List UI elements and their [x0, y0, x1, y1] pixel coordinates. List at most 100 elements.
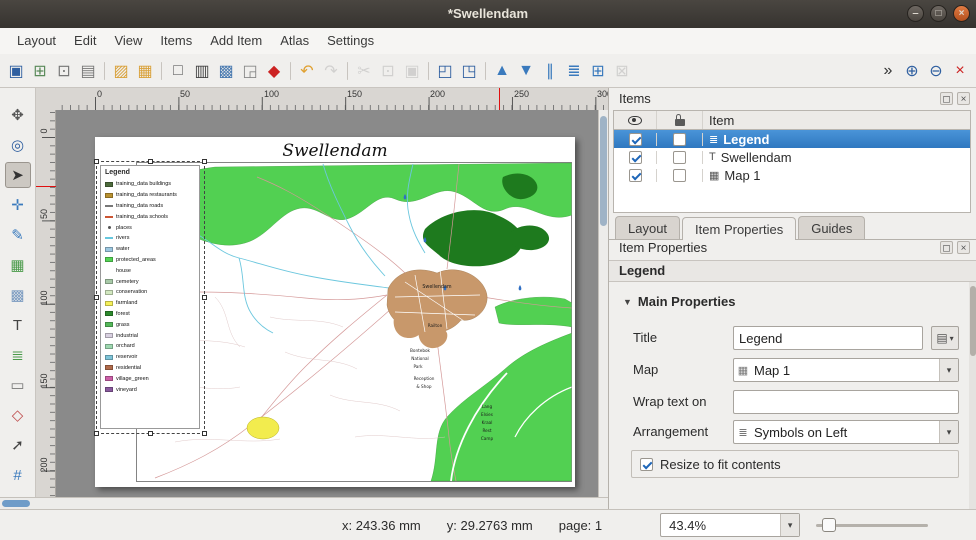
- tab-layout[interactable]: Layout: [615, 216, 680, 239]
- move-item-content-icon[interactable]: ✛: [5, 192, 31, 218]
- ruler-number: 100: [39, 288, 51, 308]
- add-arrow-icon[interactable]: ➚: [5, 432, 31, 458]
- undock-panel-icon[interactable]: ◻: [940, 241, 953, 254]
- items-row-map1[interactable]: ▦ Map 1: [614, 166, 970, 184]
- export-svg-icon[interactable]: ◲: [238, 58, 262, 84]
- minimize-button[interactable]: ‒: [907, 5, 924, 22]
- layout-canvas[interactable]: Swellendam Railton Bontebok National Par…: [56, 110, 598, 497]
- scrollbar-thumb[interactable]: [600, 116, 607, 226]
- select-move-item-icon[interactable]: ➤: [5, 162, 31, 188]
- zoom-to-selection-icon[interactable]: ◳: [457, 58, 481, 84]
- raise-items-icon[interactable]: ▲: [490, 58, 514, 84]
- tab-item-properties[interactable]: Item Properties: [682, 217, 796, 240]
- toolbar-overflow-chevron-icon[interactable]: »: [876, 58, 900, 84]
- canvas-horizontal-scrollbar[interactable]: [0, 497, 608, 509]
- close-panel-icon[interactable]: ×: [957, 241, 970, 254]
- main-properties-section[interactable]: ▼ Main Properties: [623, 294, 735, 309]
- title-input[interactable]: [733, 326, 923, 350]
- canvas-vertical-scrollbar[interactable]: [598, 110, 608, 497]
- zoom-combobox[interactable]: 43.4% ▾: [660, 513, 800, 537]
- chevron-down-icon[interactable]: ▾: [780, 514, 799, 536]
- layout-manager-icon[interactable]: ▤: [76, 58, 100, 84]
- map-combobox[interactable]: ▦ Map 1 ▾: [733, 358, 959, 382]
- lock-checkbox[interactable]: [673, 133, 686, 146]
- visibility-checkbox[interactable]: [629, 133, 642, 146]
- undo-icon[interactable]: ↶: [295, 58, 319, 84]
- add-picture-icon[interactable]: ▩: [5, 282, 31, 308]
- slider-thumb[interactable]: [822, 518, 836, 532]
- items-row-legend[interactable]: ≣ Legend: [614, 130, 970, 148]
- redo-icon[interactable]: ↷: [319, 58, 343, 84]
- zoom-tool-icon[interactable]: ◎: [5, 132, 31, 158]
- group-items-icon[interactable]: ⊞: [586, 58, 610, 84]
- close-button[interactable]: ×: [953, 5, 970, 22]
- items-row-swellendam[interactable]: T Swellendam: [614, 148, 970, 166]
- edit-nodes-icon[interactable]: ✎: [5, 222, 31, 248]
- wrap-text-input[interactable]: [733, 390, 959, 414]
- menu-item[interactable]: View: [105, 28, 151, 54]
- zoom-out-icon[interactable]: ⊖: [924, 58, 948, 84]
- menu-item[interactable]: Edit: [65, 28, 105, 54]
- resize-to-fit-checkbox[interactable]: [640, 458, 653, 471]
- add-legend-icon[interactable]: ≣: [5, 342, 31, 368]
- chevron-down-icon[interactable]: ▾: [939, 421, 958, 443]
- data-defined-override-button[interactable]: ▤: [931, 326, 959, 350]
- scrollbar-thumb[interactable]: [2, 500, 30, 507]
- collapse-triangle-icon[interactable]: ▼: [623, 297, 632, 307]
- save-icon[interactable]: ▣: [4, 58, 28, 84]
- zoom-full-icon[interactable]: ◰: [433, 58, 457, 84]
- cut-icon[interactable]: ✂: [352, 58, 376, 84]
- separator[interactable]: [290, 62, 291, 80]
- separator[interactable]: [161, 62, 162, 80]
- properties-scrollbar[interactable]: [969, 282, 976, 509]
- paste-icon[interactable]: ▣: [400, 58, 424, 84]
- scrollbar-thumb[interactable]: [970, 286, 976, 356]
- separator[interactable]: [347, 62, 348, 80]
- add-label-icon[interactable]: T: [5, 312, 31, 338]
- lower-items-icon[interactable]: ▼: [514, 58, 538, 84]
- legend-entry: protected_areas: [104, 255, 199, 266]
- copy-icon[interactable]: ⊡: [376, 58, 400, 84]
- save-as-template-icon[interactable]: ▦: [133, 58, 157, 84]
- add-node-item-icon[interactable]: #: [5, 462, 31, 488]
- legend-swatch: [105, 279, 113, 284]
- menu-item[interactable]: Add Item: [201, 28, 271, 54]
- print-icon[interactable]: ▥: [190, 58, 214, 84]
- visibility-checkbox[interactable]: [629, 151, 642, 164]
- align-items-icon[interactable]: ∥: [538, 58, 562, 84]
- maximize-button[interactable]: □: [930, 5, 947, 22]
- separator[interactable]: [428, 62, 429, 80]
- separator[interactable]: [485, 62, 486, 80]
- pan-tool-icon[interactable]: ✥: [5, 102, 31, 128]
- layout-page[interactable]: Swellendam Railton Bontebok National Par…: [95, 137, 575, 487]
- duplicate-layout-icon[interactable]: ⊡: [52, 58, 76, 84]
- zoom-slider[interactable]: [816, 513, 928, 537]
- zoom-in-icon[interactable]: ⊕: [900, 58, 924, 84]
- add-from-template-icon[interactable]: ▨: [109, 58, 133, 84]
- new-page-icon[interactable]: □: [166, 58, 190, 84]
- close-panel-icon[interactable]: ×: [957, 92, 970, 105]
- new-layout-icon[interactable]: ⊞: [28, 58, 52, 84]
- map-title-label[interactable]: Swellendam: [95, 141, 575, 161]
- add-shape-icon[interactable]: ◇: [5, 402, 31, 428]
- lock-checkbox[interactable]: [673, 169, 686, 182]
- menu-item[interactable]: Items: [151, 28, 201, 54]
- menu-item[interactable]: Settings: [318, 28, 383, 54]
- lock-items-icon[interactable]: ⊠: [610, 58, 634, 84]
- export-pdf-icon[interactable]: ◆: [262, 58, 286, 84]
- menu-item[interactable]: Atlas: [271, 28, 318, 54]
- separator[interactable]: [104, 62, 105, 80]
- add-scalebar-icon[interactable]: ▭: [5, 372, 31, 398]
- distribute-items-icon[interactable]: ≣: [562, 58, 586, 84]
- visibility-checkbox[interactable]: [629, 169, 642, 182]
- arrangement-combobox[interactable]: ≣ Symbols on Left ▾: [733, 420, 959, 444]
- undock-panel-icon[interactable]: ◻: [940, 92, 953, 105]
- lock-checkbox[interactable]: [673, 151, 686, 164]
- menu-item[interactable]: Layout: [8, 28, 65, 54]
- export-image-icon[interactable]: ▩: [214, 58, 238, 84]
- add-map-icon[interactable]: ▦: [5, 252, 31, 278]
- chevron-down-icon[interactable]: ▾: [939, 359, 958, 381]
- tab-guides[interactable]: Guides: [798, 216, 865, 239]
- close-red-icon[interactable]: ×: [948, 58, 972, 84]
- legend-item[interactable]: Legend training_data buildings training_…: [100, 165, 200, 429]
